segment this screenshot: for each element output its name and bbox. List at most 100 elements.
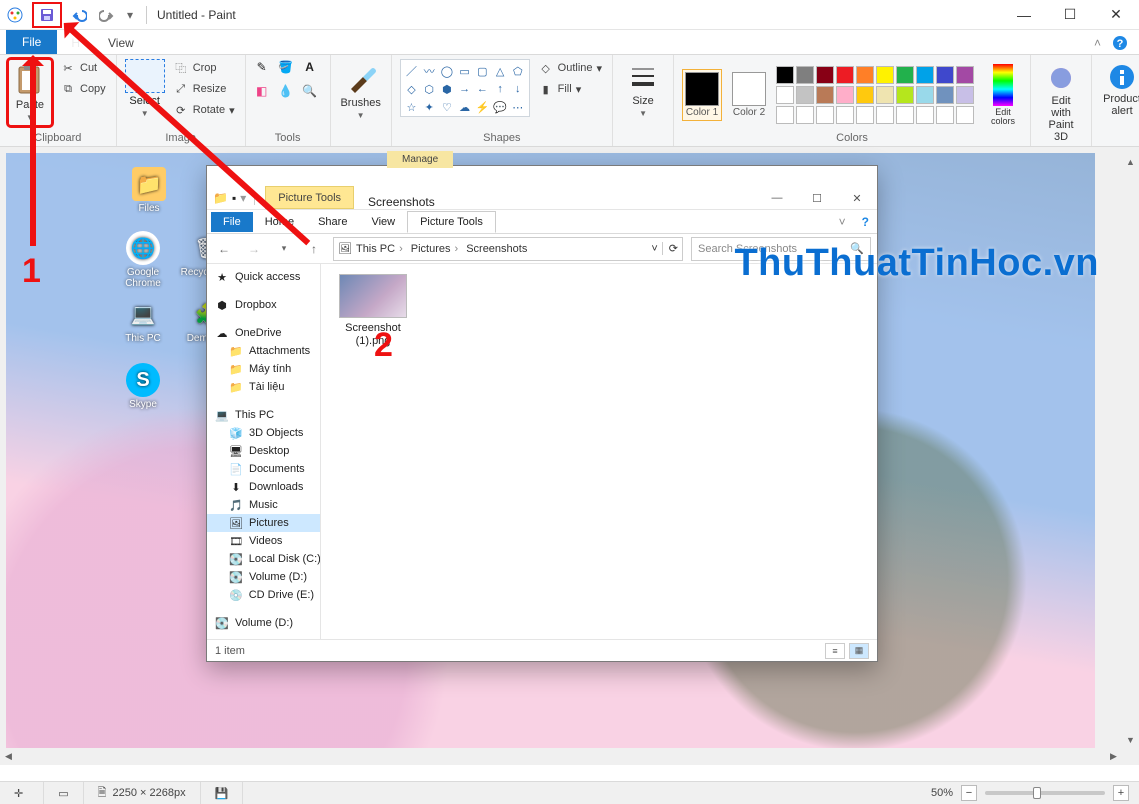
close-button[interactable]: ✕ [1093,0,1139,30]
redo-button[interactable] [96,4,118,26]
color-swatch[interactable] [876,66,894,84]
tree-item[interactable]: 💽Volume (D:) [207,614,320,632]
desktop-icon[interactable]: SSkype [116,363,170,410]
custom-color-slot[interactable] [936,106,954,124]
breadcrumb-seg[interactable]: Pictures [411,243,462,255]
color2-slot[interactable]: Color 2 [732,72,766,118]
magnifier-tool[interactable]: 🔍 [302,83,318,99]
nav-recent[interactable]: ▾ [273,238,295,260]
color1-slot[interactable]: Color 1 [682,69,722,121]
minimize-button[interactable]: — [1001,0,1047,30]
crop-button[interactable]: ⿻Crop [171,59,237,77]
picker-tool[interactable]: 💧 [278,83,294,99]
tab-view[interactable]: View [94,32,148,54]
file-item[interactable]: Screenshot (1).png [331,274,415,347]
explorer-help[interactable]: ? [854,215,877,229]
color-swatch[interactable] [916,86,934,104]
explorer-tab-view[interactable]: View [359,212,407,232]
scroll-left[interactable]: ◀ [0,748,17,765]
maximize-button[interactable]: ☐ [1047,0,1093,30]
tree-item[interactable]: 📄Documents [207,460,320,478]
color-swatch[interactable] [936,66,954,84]
explorer-maximize[interactable]: ☐ [797,187,837,209]
breadcrumb-seg[interactable]: This PC [356,243,407,255]
eraser-tool[interactable]: ◧ [254,83,270,99]
shape-outline-button[interactable]: ◇Outline ▾ [536,59,604,77]
tree-item[interactable]: 💻This PC [207,406,320,424]
custom-color-slot[interactable] [796,106,814,124]
color-swatch[interactable] [876,86,894,104]
tree-item[interactable]: 💽Volume (D:) [207,568,320,586]
color-swatch[interactable] [816,86,834,104]
vertical-scrollbar[interactable]: ▲ ▼ [1122,153,1139,748]
custom-color-slot[interactable] [856,106,874,124]
brushes-button[interactable]: Brushes▼ [339,59,383,124]
color-swatch[interactable] [896,66,914,84]
explorer-tab-file[interactable]: File [211,212,253,232]
tree-item[interactable]: 📁Tài liệu [207,378,320,396]
tree-item[interactable]: ☁OneDrive [207,324,320,342]
breadcrumb[interactable]: 🖼 This PC Pictures Screenshots ˅ ⟳ [333,237,683,261]
zoom-slider[interactable] [985,791,1105,795]
color-swatch[interactable] [796,86,814,104]
desktop-icon[interactable]: 🌐Google Chrome [116,231,170,289]
color-swatch[interactable] [856,86,874,104]
tree-item[interactable]: 🧊3D Objects [207,424,320,442]
tree-item[interactable]: 💽Local Disk (C:) [207,550,320,568]
desktop-icon[interactable]: 📁Files [122,167,176,214]
nav-forward[interactable]: → [243,238,265,260]
tree-item[interactable]: 📁Máy tính [207,360,320,378]
color-swatch[interactable] [896,86,914,104]
color-swatch[interactable] [956,66,974,84]
tree-item[interactable]: 📁Attachments [207,342,320,360]
scroll-right[interactable]: ▶ [1105,748,1122,765]
color-swatch[interactable] [796,66,814,84]
custom-color-slot[interactable] [956,106,974,124]
color-swatch[interactable] [936,86,954,104]
explorer-close[interactable]: ✕ [837,187,877,209]
shapes-gallery[interactable]: ／〰◯▭▢△⬠ ◇⬡⬢→←↑↓ ☆✦♡☁⚡💬⋯ [400,59,530,117]
color-swatch[interactable] [836,66,854,84]
file-list[interactable]: Screenshot (1).png [321,264,877,639]
tree-item[interactable]: ⬢Dropbox [207,296,320,314]
refresh-icon[interactable]: ⟳ [662,242,678,255]
edit-with-paint3d-button[interactable]: Edit with Paint 3D [1039,59,1083,147]
explorer-qat[interactable]: ▪ [232,191,236,205]
color-swatch[interactable] [916,66,934,84]
text-tool[interactable]: A [302,59,318,75]
custom-color-slot[interactable] [816,106,834,124]
color-swatch[interactable] [836,86,854,104]
tree-item[interactable]: 💿CD Drive (E:) [207,586,320,604]
explorer-tab-share[interactable]: Share [306,212,359,232]
color-swatch[interactable] [856,66,874,84]
pencil-tool[interactable]: ✎ [254,59,270,75]
custom-color-slot[interactable] [896,106,914,124]
cut-button[interactable]: ✂Cut [58,59,108,77]
color-swatch[interactable] [776,86,794,104]
zoom-in[interactable]: + [1113,785,1129,801]
view-thumbnails[interactable]: ▦ [849,643,869,659]
breadcrumb-dropdown[interactable]: ˅ [651,243,657,255]
navigation-tree[interactable]: ★Quick access ⬢Dropbox ☁OneDrive📁Attachmen… [207,264,321,639]
zoom-out[interactable]: − [961,785,977,801]
resize-button[interactable]: ⤢Resize [171,80,237,98]
explorer-qat[interactable]: ▾ [240,191,246,205]
desktop-icon[interactable]: 💻This PC [116,297,170,344]
size-button[interactable]: Size▼ [621,59,665,122]
nav-back[interactable]: ← [213,238,235,260]
tree-item[interactable]: 🎵Music [207,496,320,514]
tree-item[interactable]: 🎞Videos [207,532,320,550]
custom-color-slot[interactable] [916,106,934,124]
custom-color-slot[interactable] [876,106,894,124]
scroll-up[interactable]: ▲ [1122,153,1139,170]
tree-item[interactable]: ★Quick access [207,268,320,286]
scroll-down[interactable]: ▼ [1122,731,1139,748]
fill-tool[interactable]: 🪣 [278,59,294,75]
ribbon-collapse[interactable]: ˄ [1086,32,1109,54]
tree-item[interactable]: 🖥Desktop [207,442,320,460]
contextual-tab[interactable]: Picture Tools [265,186,354,209]
product-alert-button[interactable]: Product alert [1100,59,1139,121]
shape-fill-button[interactable]: ▮Fill ▾ [536,80,604,98]
ribbon-expand[interactable]: ˅ [831,215,854,229]
explorer-tab-picture-tools[interactable]: Picture Tools [407,211,496,233]
